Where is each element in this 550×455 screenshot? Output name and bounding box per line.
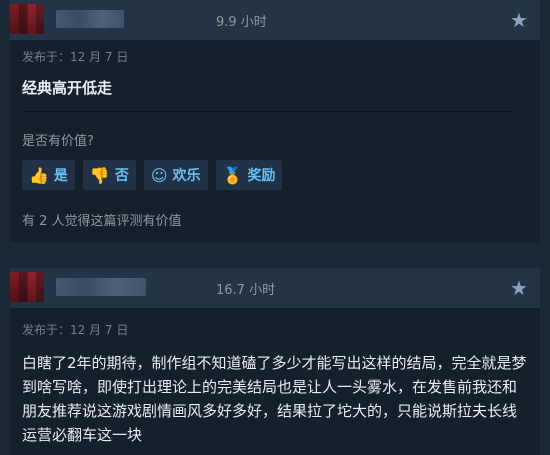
review-header: 16.7 小时 ★ <box>10 268 540 308</box>
thumbs-down-icon: 👎 <box>89 165 110 185</box>
award-icon: 🏅 <box>222 165 243 185</box>
star-icon[interactable]: ★ <box>506 7 532 33</box>
vote-yes-label: 是 <box>53 168 68 184</box>
thumbs-up-icon: 👍 <box>29 165 49 185</box>
helpful-count: 有 2 人觉得这篇评测有价值 <box>22 214 182 229</box>
play-hours: 16.7 小时 <box>216 283 276 298</box>
star-icon[interactable]: ★ <box>506 275 532 301</box>
blurred-username[interactable] <box>56 278 146 296</box>
review-card: 9.9 小时 ★ 发布于：12 月 7 日 经典高开低走 是否有价值? 👍 是 … <box>10 0 540 242</box>
avatar[interactable] <box>10 272 44 302</box>
vote-funny-label: 欢乐 <box>172 168 201 184</box>
award-button[interactable]: 🏅 奖励 <box>215 160 283 190</box>
posted-date: 发布于：12 月 7 日 <box>22 323 129 337</box>
play-hours: 9.9 小时 <box>216 15 267 30</box>
review-header: 9.9 小时 ★ <box>10 0 540 40</box>
vote-yes-button[interactable]: 👍 是 <box>22 160 75 190</box>
avatar[interactable] <box>10 4 44 34</box>
review-card: 16.7 小时 ★ 发布于：12 月 7 日 白瞎了2年的期待，制作组不知道磕了… <box>10 268 540 455</box>
review-text: 白瞎了2年的期待，制作组不知道磕了多少才能写出这样的结局，完全就是梦到啥写啥，即… <box>22 354 527 444</box>
vote-no-button[interactable]: 👎 否 <box>82 160 136 190</box>
divider <box>22 111 514 112</box>
review-text: 经典高开低走 <box>22 79 113 97</box>
helpful-question: 是否有价值? <box>22 134 94 149</box>
posted-date: 发布于：12 月 7 日 <box>22 50 129 64</box>
award-label: 奖励 <box>247 168 276 184</box>
vote-funny-button[interactable]: ☺ 欢乐 <box>143 160 208 190</box>
smiley-icon: ☺ <box>150 165 168 185</box>
vote-buttons: 👍 是 👎 否 ☺ 欢乐 🏅 奖励 <box>22 160 283 190</box>
blurred-username[interactable] <box>56 10 124 28</box>
vote-no-label: 否 <box>114 168 129 184</box>
